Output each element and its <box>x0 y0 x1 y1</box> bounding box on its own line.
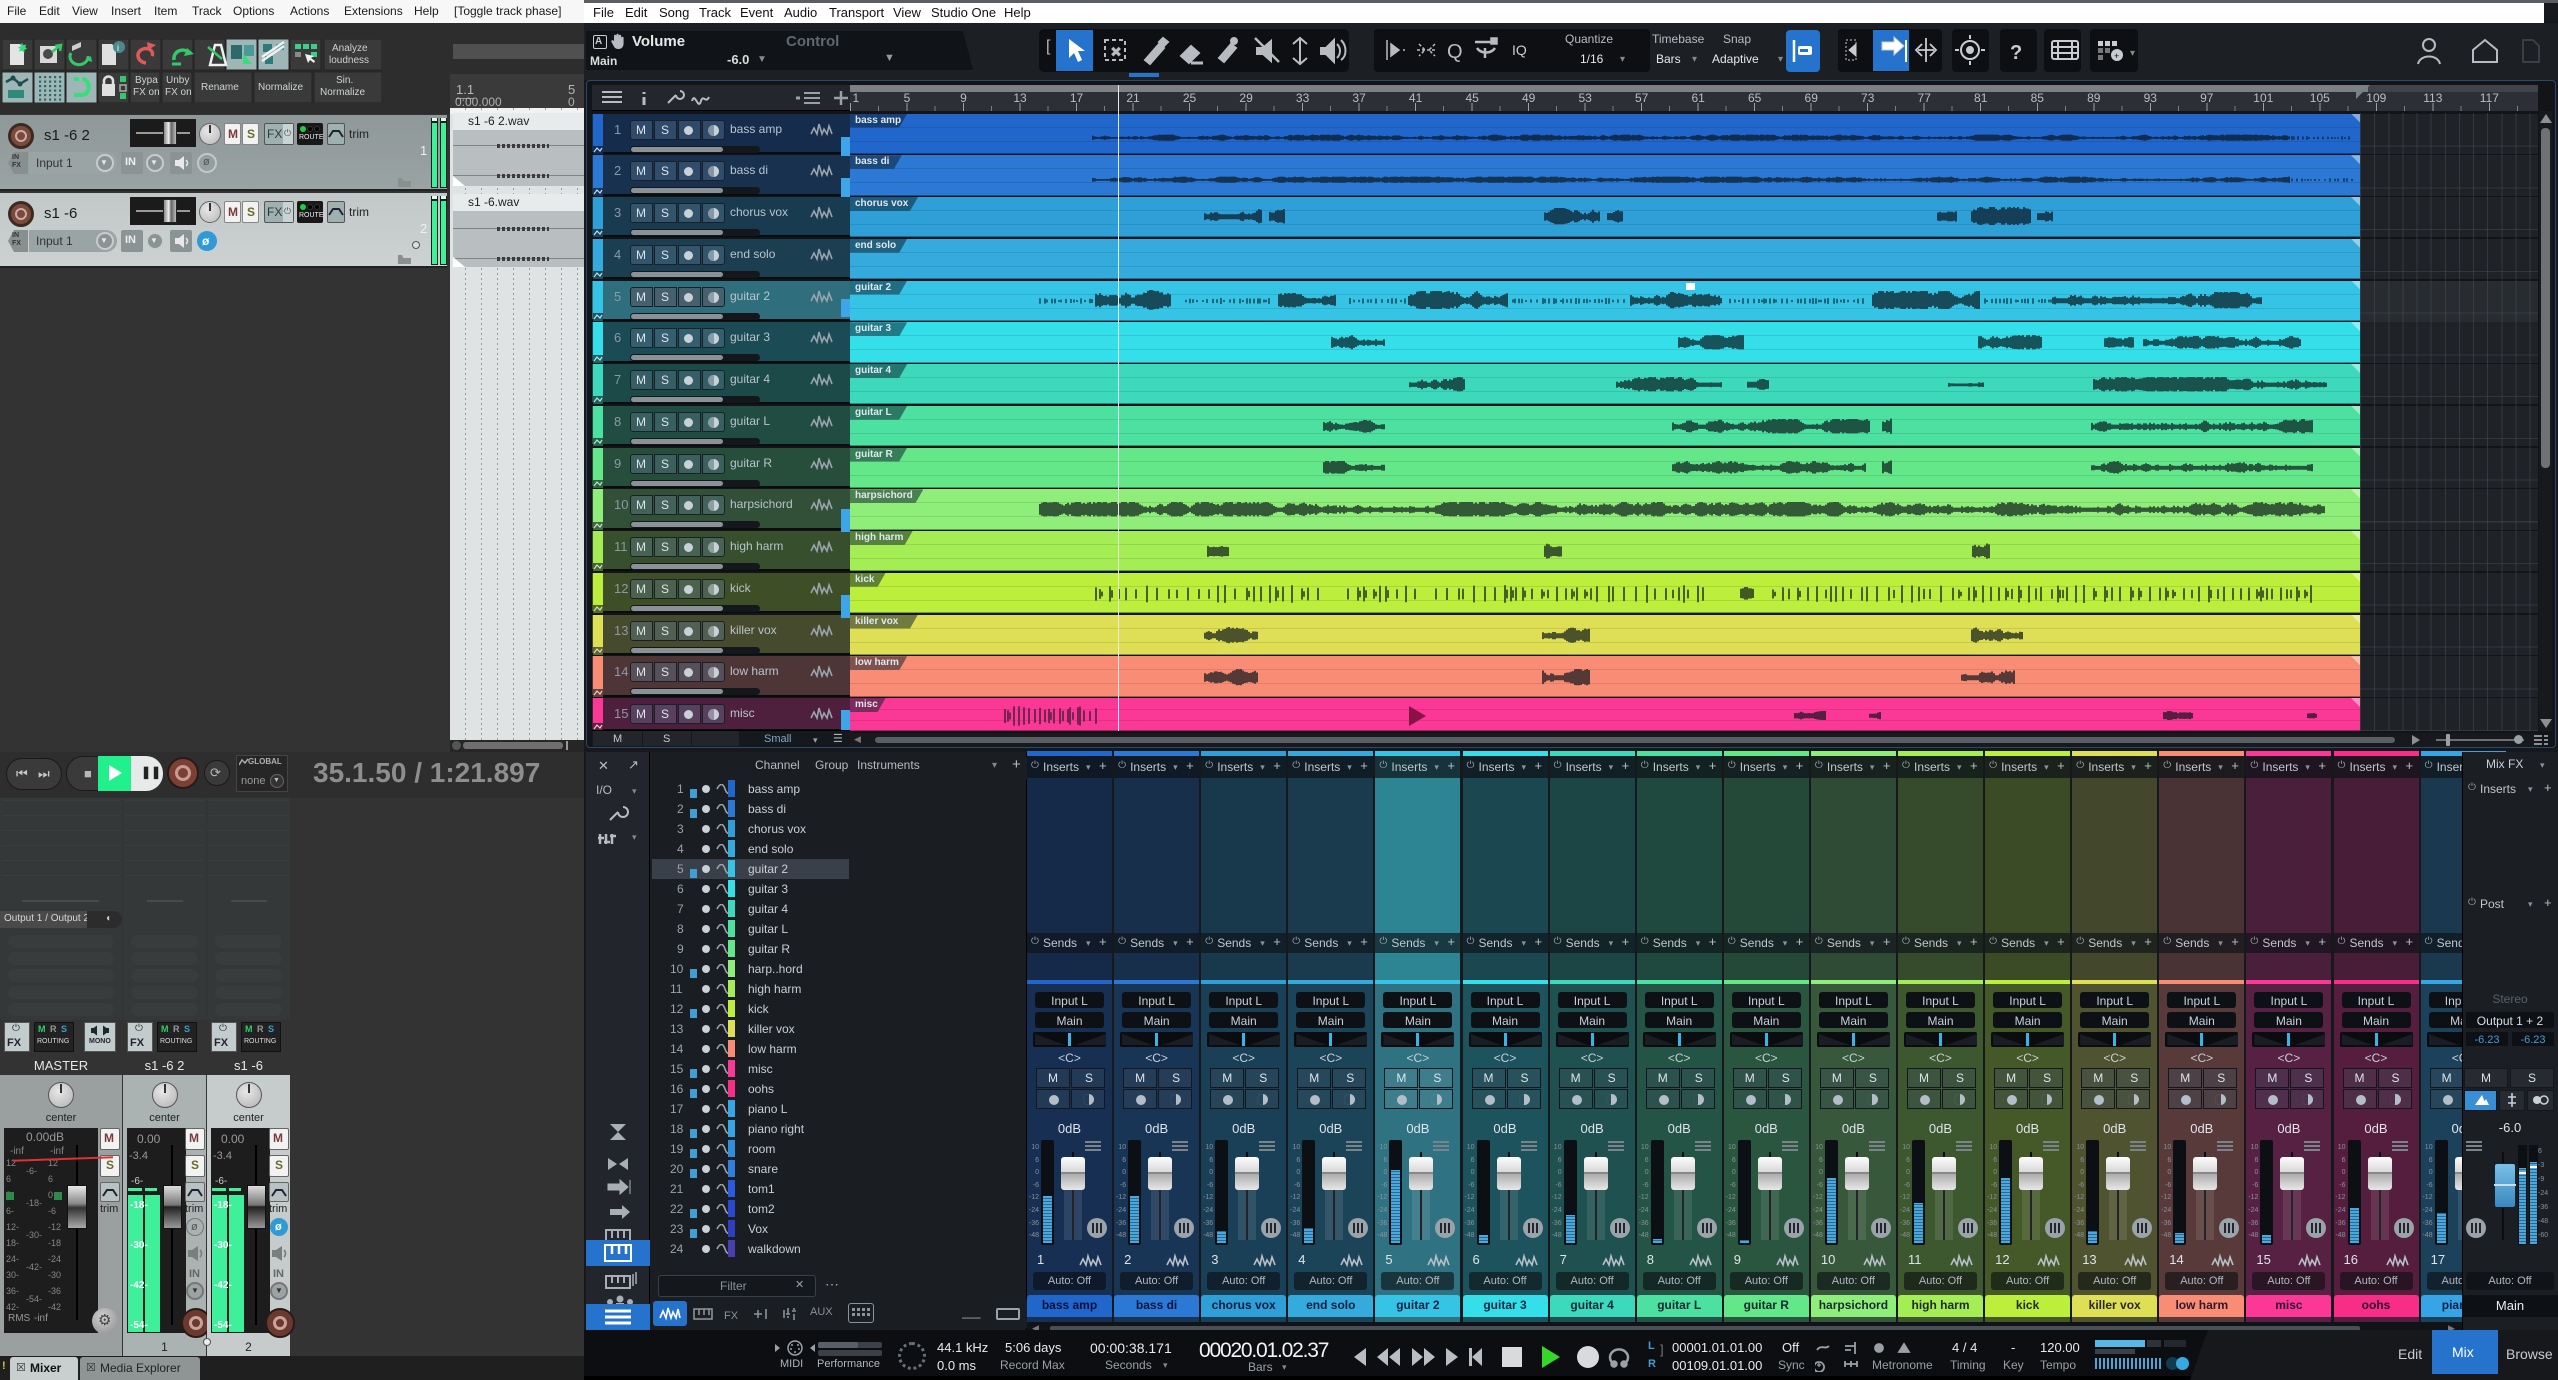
svg-text:Unby: Unby <box>166 75 189 86</box>
svg-text:Normalize: Normalize <box>320 87 365 98</box>
svg-text:Analyze: Analyze <box>332 43 368 54</box>
svg-text:▾: ▾ <box>2130 48 2135 59</box>
svg-text:Bypa: Bypa <box>135 75 158 86</box>
svg-text:Normalize: Normalize <box>258 82 303 93</box>
svg-text:Rename: Rename <box>201 82 239 93</box>
svg-text:i: i <box>117 43 119 53</box>
svg-text:FX: FX <box>724 1310 739 1322</box>
svg-text:?: ? <box>2010 42 2022 64</box>
svg-text:Q: Q <box>1447 41 1463 63</box>
svg-text:loudness: loudness <box>329 55 369 66</box>
svg-text:Sin.: Sin. <box>336 75 353 86</box>
svg-text:✕: ✕ <box>1111 45 1121 59</box>
svg-text:+: + <box>2114 51 2119 61</box>
svg-text:FX on: FX on <box>133 87 160 98</box>
svg-text:FX on: FX on <box>165 87 192 98</box>
